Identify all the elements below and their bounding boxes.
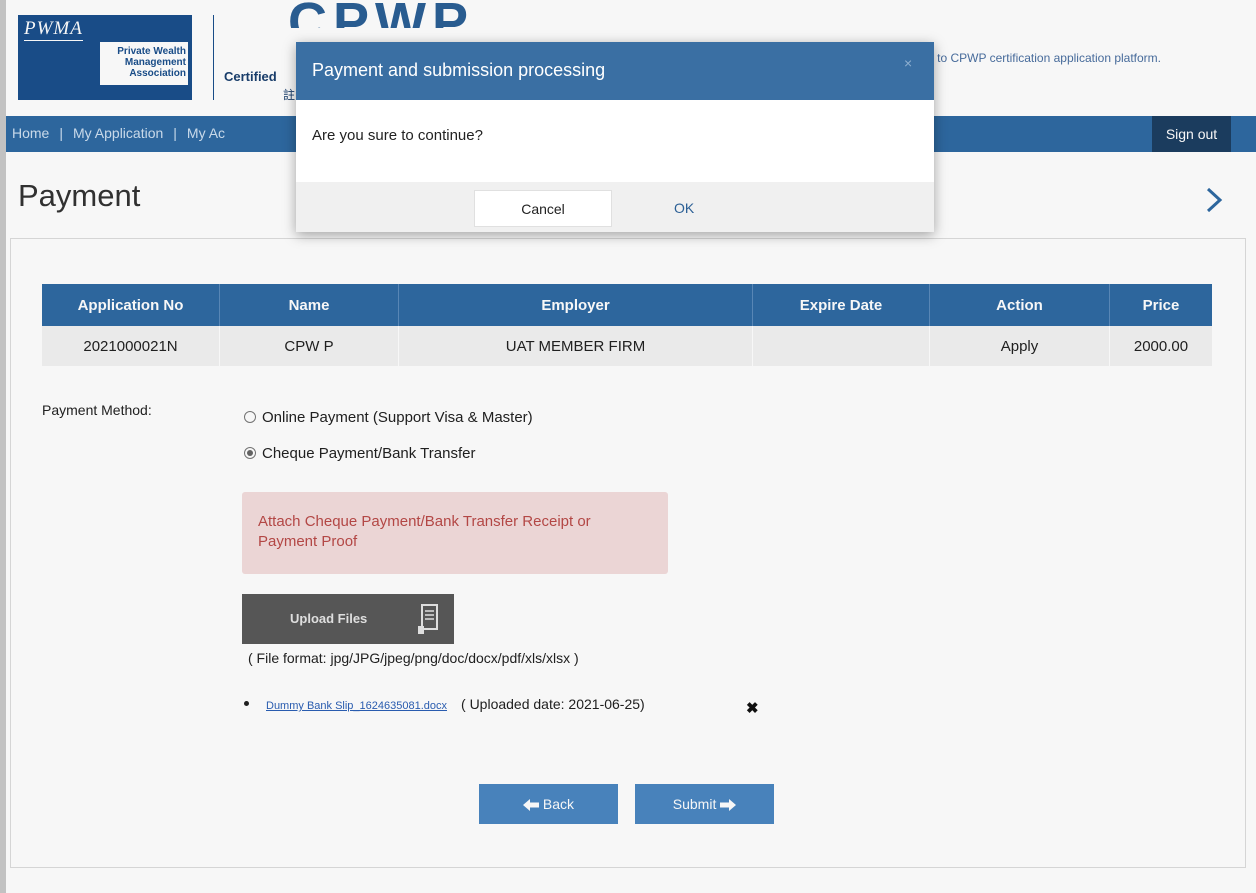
dialog-header: Payment and submission processing × xyxy=(296,42,934,100)
ok-button[interactable]: OK xyxy=(674,190,734,227)
dialog-footer: Cancel OK xyxy=(296,182,934,232)
close-icon[interactable]: × xyxy=(904,55,912,71)
confirm-dialog: Payment and submission processing × Are … xyxy=(296,42,934,232)
dialog-message: Are you sure to continue? xyxy=(312,127,483,144)
cancel-button[interactable]: Cancel xyxy=(474,190,612,227)
dialog-title: Payment and submission processing xyxy=(312,60,606,80)
